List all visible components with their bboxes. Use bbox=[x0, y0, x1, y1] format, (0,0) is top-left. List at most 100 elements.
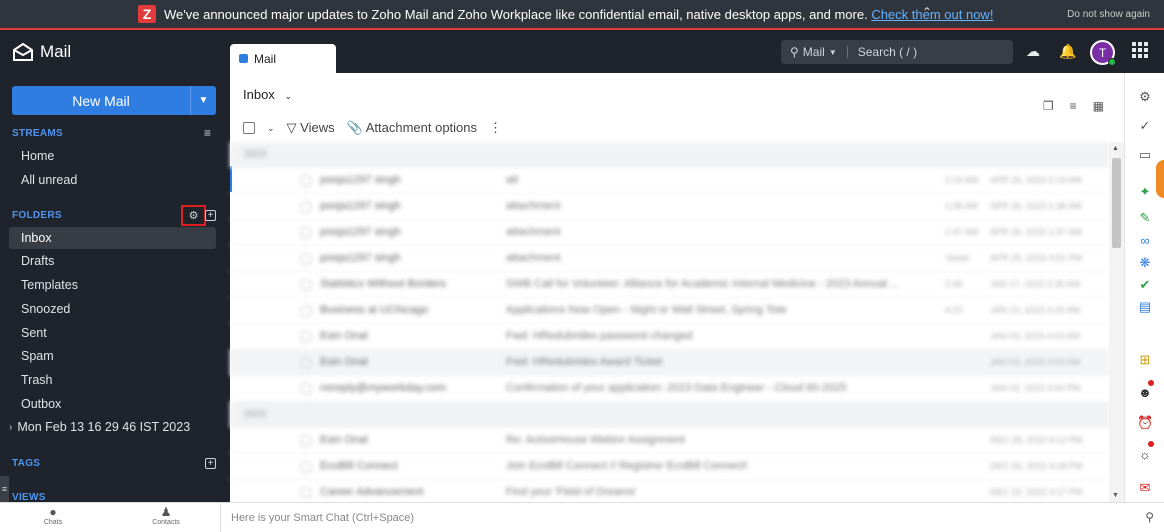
chats-button[interactable]: ● Chats bbox=[33, 505, 73, 527]
smart-chat-input[interactable]: Here is your Smart Chat (Ctrl+Space) bbox=[220, 503, 1130, 532]
read-status-icon[interactable] bbox=[300, 383, 312, 395]
chevron-down-icon[interactable]: ⌄ bbox=[267, 123, 275, 134]
read-status-icon[interactable] bbox=[300, 201, 312, 213]
puzzle-icon[interactable]: ❋ bbox=[1137, 255, 1153, 271]
read-status-icon[interactable] bbox=[300, 435, 312, 447]
mail-row[interactable]: Statistics Without Borders SWB Call for V… bbox=[230, 272, 1109, 298]
scrollbar[interactable]: ▲ ▼ bbox=[1109, 142, 1124, 502]
search-input[interactable]: ⚲ Mail ▼ Search ( / ) bbox=[781, 40, 1013, 64]
app-title[interactable]: Mail bbox=[12, 42, 71, 62]
group-header[interactable]: 2022 bbox=[230, 402, 1109, 428]
new-mail-label[interactable]: New Mail bbox=[12, 86, 190, 115]
search-placeholder[interactable]: Search ( / ) bbox=[858, 45, 917, 59]
mail-row[interactable]: pooja1297 singh attachment 1:38 AM APR 26, … bbox=[230, 194, 1109, 220]
mail-row[interactable]: EcoBill Connect Join EcoBill Connect // R… bbox=[230, 454, 1109, 480]
search-icon[interactable]: ⚲ bbox=[1145, 510, 1154, 524]
mail-time: 1:37 AM bbox=[945, 227, 979, 237]
link-icon[interactable]: ∞ bbox=[1137, 233, 1153, 249]
stream-item-all-unread[interactable]: All unread bbox=[9, 169, 216, 191]
folder-item-snoozed[interactable]: Snoozed bbox=[9, 298, 216, 320]
bell-icon[interactable]: 🔔 bbox=[1059, 43, 1076, 60]
top-header: Mail ⚲ Mail ▼ Search ( / ) ☁ 🔔 T bbox=[230, 30, 1164, 73]
folder-item-templates[interactable]: Templates bbox=[9, 274, 216, 296]
chevron-right-icon[interactable]: › bbox=[9, 422, 12, 433]
add-folder-icon[interactable]: + bbox=[205, 210, 216, 221]
collapse-sidebar-icon[interactable]: ≡ bbox=[0, 476, 9, 502]
search-scope-dropdown[interactable]: Mail bbox=[803, 45, 825, 59]
alarm-icon[interactable]: ⏰ bbox=[1137, 415, 1153, 431]
mail-row[interactable]: Career Advancement Find your 'Field of Dr… bbox=[230, 480, 1109, 502]
chevron-up-icon[interactable]: ⌃ bbox=[922, 5, 932, 19]
folder-title[interactable]: Inbox ⌄ bbox=[243, 87, 292, 102]
checkmark-icon[interactable]: ✔ bbox=[1137, 277, 1153, 293]
feedback-icon[interactable]: ✉ bbox=[1137, 480, 1153, 496]
read-status-icon[interactable] bbox=[300, 461, 312, 473]
chats-label: Chats bbox=[43, 519, 63, 526]
notes-icon[interactable]: ✎ bbox=[1137, 210, 1153, 226]
side-panel-tab[interactable] bbox=[1156, 160, 1164, 198]
scroll-up-icon[interactable]: ▲ bbox=[1112, 145, 1119, 152]
views-menu[interactable]: ▽ Views bbox=[287, 120, 335, 136]
read-status-icon[interactable] bbox=[300, 487, 312, 499]
read-status-icon[interactable] bbox=[300, 357, 312, 369]
read-status-icon[interactable] bbox=[300, 305, 312, 317]
add-note-icon[interactable]: ⊞ bbox=[1137, 352, 1153, 368]
group-header[interactable]: 2023 bbox=[230, 142, 1109, 168]
chevron-down-icon[interactable]: ⌄ bbox=[284, 91, 292, 101]
cards-icon[interactable]: ▭ bbox=[1137, 147, 1153, 163]
folder-item-outbox[interactable]: Outbox bbox=[9, 393, 216, 415]
chevron-down-icon[interactable]: ▼ bbox=[190, 86, 216, 115]
dismiss-banner-link[interactable]: Do not show again bbox=[1067, 9, 1150, 20]
folder-item-dated[interactable]: › Mon Feb 13 16 29 46 IST 2023 bbox=[9, 416, 216, 438]
folder-item-trash[interactable]: Trash bbox=[9, 369, 216, 391]
cloud-sync-icon[interactable]: ☁ bbox=[1026, 43, 1040, 60]
bottom-bar: ● Chats ♟ Contacts Here is your Smart Ch… bbox=[0, 502, 1164, 532]
folder-settings-gear-icon[interactable]: ⚙ bbox=[181, 205, 206, 226]
read-status-icon[interactable] bbox=[300, 279, 312, 291]
mail-time: 2:19 AM bbox=[945, 175, 979, 185]
mail-row[interactable]: pooja1297 singh att 2:19 AM APR 26, 2023 2:… bbox=[230, 168, 1109, 194]
column-view-icon[interactable]: ▦ bbox=[1093, 99, 1104, 113]
banner-link[interactable]: Check them out now! bbox=[871, 7, 993, 22]
compact-view-icon[interactable]: ❐ bbox=[1043, 99, 1054, 113]
mail-row[interactable]: Esin Onal Re: ActiveHouse Webinr Assignme… bbox=[230, 428, 1109, 454]
mail-row[interactable]: Business at UChicago Applications Now Ope… bbox=[230, 298, 1109, 324]
streams-heading: STREAMS bbox=[12, 128, 63, 139]
folder-item-drafts[interactable]: Drafts bbox=[9, 250, 216, 272]
filter-settings-icon[interactable]: ≡ bbox=[204, 126, 211, 140]
mail-row[interactable]: pooja1297 singh attachment 1:37 AM APR 26, … bbox=[230, 220, 1109, 246]
select-all-checkbox[interactable] bbox=[243, 122, 255, 134]
apps-grid-icon[interactable] bbox=[1132, 42, 1148, 58]
scroll-down-icon[interactable]: ▼ bbox=[1112, 492, 1119, 499]
tab-mail[interactable]: Mail bbox=[230, 44, 336, 73]
chat-bubble-icon: ● bbox=[49, 505, 57, 519]
more-options-icon[interactable]: ⋮ bbox=[489, 120, 502, 136]
avatar[interactable]: T bbox=[1090, 40, 1116, 66]
mail-row[interactable]: pooja1297 singh attachment Yester APR 25, 2… bbox=[230, 246, 1109, 272]
bot-icon[interactable]: ☻ bbox=[1137, 385, 1153, 401]
scroll-thumb[interactable] bbox=[1112, 158, 1121, 248]
read-status-icon[interactable] bbox=[300, 253, 312, 265]
bug-icon[interactable]: ☼ bbox=[1137, 447, 1153, 463]
read-status-icon[interactable] bbox=[300, 175, 312, 187]
new-mail-button[interactable]: New Mail ▼ bbox=[12, 86, 216, 115]
folder-item-spam[interactable]: Spam bbox=[9, 345, 216, 367]
vector-icon[interactable]: ✓ bbox=[1137, 118, 1153, 134]
mail-row[interactable]: Esin Onal Fwd: HRedubrides password chang… bbox=[230, 324, 1109, 350]
add-tag-icon[interactable]: + bbox=[205, 458, 216, 469]
pin-icon[interactable]: ✦ bbox=[1137, 184, 1153, 200]
attachment-options-menu[interactable]: 📎 Attachment options bbox=[347, 120, 477, 136]
chart-icon[interactable]: ▤ bbox=[1137, 299, 1153, 315]
stream-item-home[interactable]: Home bbox=[9, 145, 216, 167]
read-status-icon[interactable] bbox=[300, 331, 312, 343]
read-status-icon[interactable] bbox=[300, 227, 312, 239]
folder-item-sent[interactable]: Sent bbox=[9, 322, 216, 344]
mail-row[interactable]: noreply@myworkday.com Confirmation of you… bbox=[230, 376, 1109, 402]
contacts-button[interactable]: ♟ Contacts bbox=[146, 506, 186, 527]
list-view-icon[interactable]: ≡ bbox=[1070, 99, 1077, 113]
folder-item-inbox[interactable]: Inbox bbox=[9, 227, 216, 249]
mail-row[interactable]: Esin Onal Fwd: HRedubrides Award Ticket JA… bbox=[230, 350, 1109, 376]
chevron-down-icon[interactable]: ▼ bbox=[829, 48, 837, 57]
group-label: 2022 bbox=[244, 409, 267, 420]
settings-gear-icon[interactable]: ⚙ bbox=[1137, 89, 1153, 105]
